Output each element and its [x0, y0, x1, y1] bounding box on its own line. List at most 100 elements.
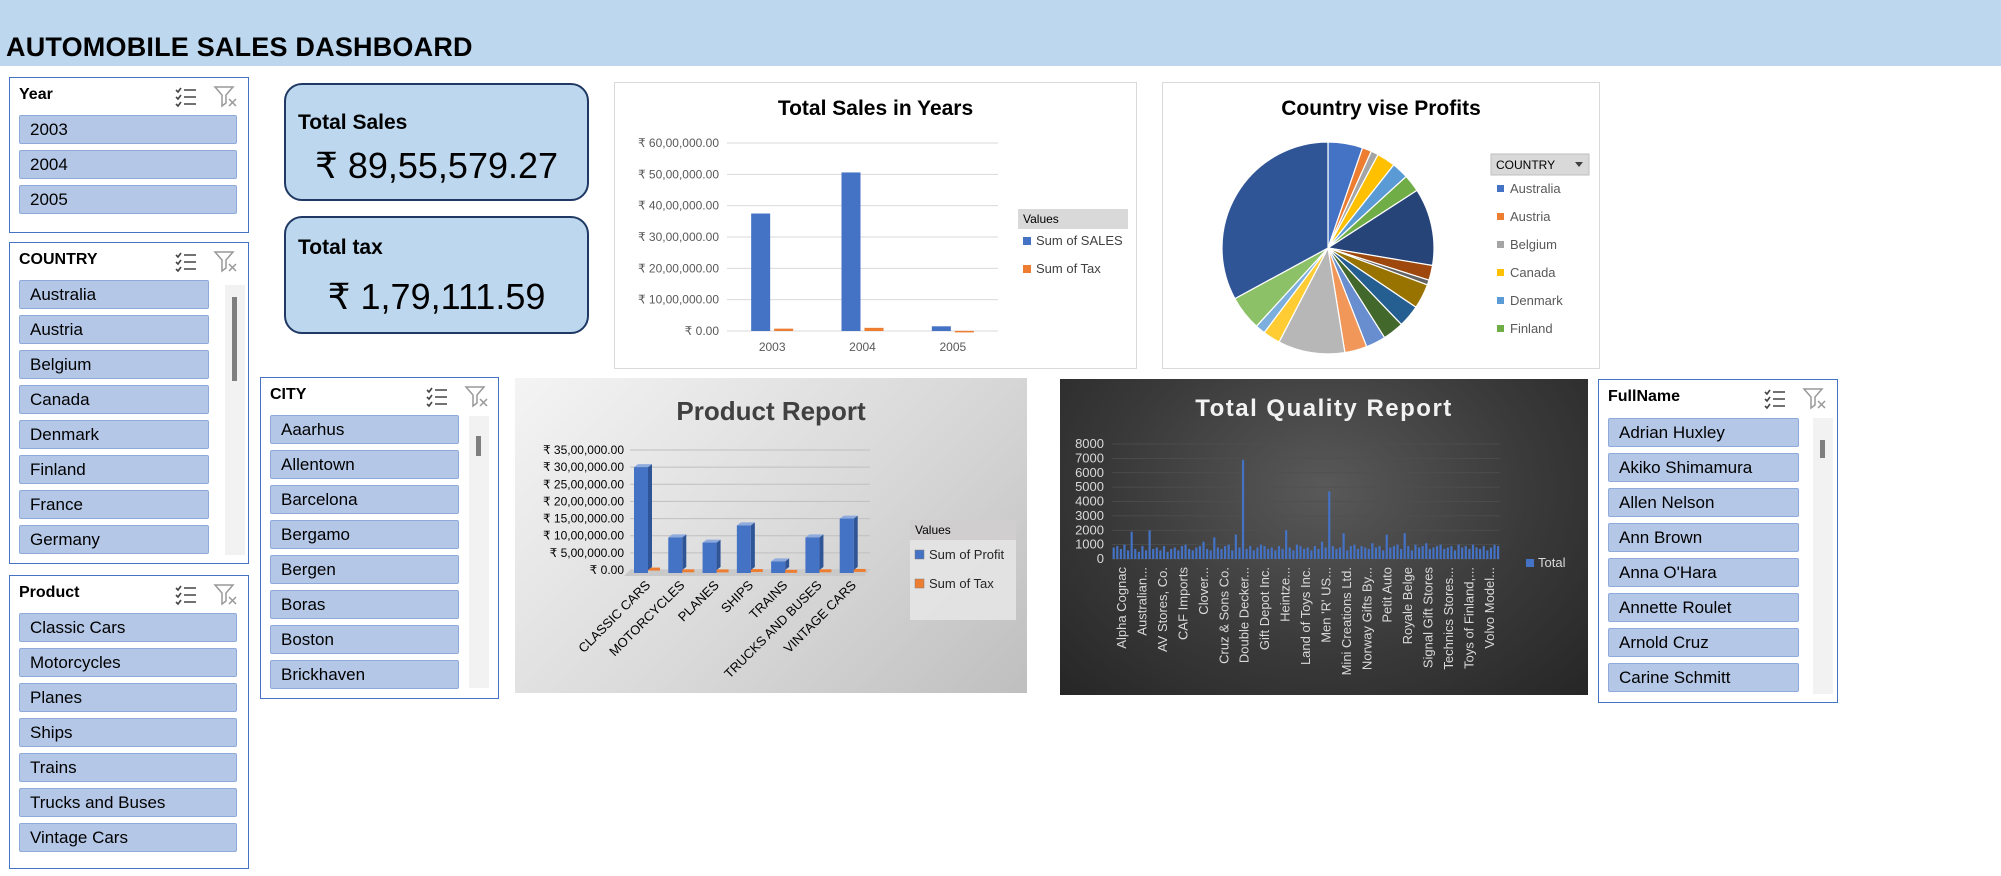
- bar-total: [1435, 546, 1439, 559]
- bar-total: [1180, 546, 1184, 559]
- legend-swatch: [1497, 297, 1504, 304]
- slicer-country-item[interactable]: Austria: [19, 315, 209, 344]
- y-tick-label: 4000: [1075, 494, 1104, 509]
- y-tick-label: ₹ 20,00,000.00: [543, 494, 624, 508]
- clear-filter-icon[interactable]: [213, 84, 239, 108]
- slicer-product-item[interactable]: Classic Cars: [19, 613, 237, 642]
- bar-total: [1324, 547, 1327, 559]
- slicer-product-item[interactable]: Trucks and Buses: [19, 788, 237, 817]
- slicer-fullname-item[interactable]: Allen Nelson: [1608, 488, 1799, 517]
- bar-total: [1475, 547, 1478, 559]
- legend-swatch: [914, 549, 925, 560]
- slicer-fullname[interactable]: FullName Adrian Huxley Akiko Shimamura All…: [1598, 379, 1838, 703]
- scroll-thumb[interactable]: [1820, 440, 1825, 458]
- y-tick-label: 7000: [1075, 450, 1104, 465]
- y-tick-label: ₹ 10,00,000.00: [543, 529, 624, 543]
- multi-select-icon[interactable]: [173, 582, 199, 606]
- bar-total: [1162, 546, 1166, 559]
- slicer-fullname-item[interactable]: Adrian Huxley: [1608, 418, 1799, 447]
- multi-select-icon[interactable]: [173, 249, 199, 273]
- slicer-year-item[interactable]: 2003: [19, 115, 237, 144]
- slicer-city-item[interactable]: Allentown: [270, 450, 459, 479]
- slicer-product-item[interactable]: Ships: [19, 718, 237, 747]
- slicer-city-item[interactable]: Boston: [270, 625, 459, 654]
- bar-total: [1202, 541, 1205, 559]
- chart-product-report[interactable]: Product Report ₹ 35,00,000.00 ₹ 30,00,000…: [515, 378, 1027, 693]
- bar-total: [1342, 533, 1345, 559]
- slicer-city-header: CITY: [270, 386, 307, 403]
- slicer-country[interactable]: COUNTRY Australia Austria Belgium Canada Den…: [9, 242, 249, 564]
- slicer-product-item[interactable]: Planes: [19, 683, 237, 712]
- clear-filter-icon[interactable]: [213, 249, 239, 273]
- slicer-fullname-item[interactable]: Anna O'Hara: [1608, 558, 1799, 587]
- slicer-product-item[interactable]: Motorcycles: [19, 648, 237, 677]
- legend-label: Canada: [1510, 265, 1556, 280]
- multi-select-icon[interactable]: [1762, 386, 1788, 410]
- slicer-year-item[interactable]: 2004: [19, 150, 237, 179]
- slicer-country-item[interactable]: Germany: [19, 525, 209, 554]
- slicer-fullname-item[interactable]: Ann Brown: [1608, 523, 1799, 552]
- clear-filter-icon[interactable]: [464, 384, 490, 408]
- bar-total: [1328, 491, 1331, 559]
- slicer-city-item[interactable]: Aaarhus: [270, 415, 459, 444]
- y-tick-label: ₹ 5,00,000.00: [550, 546, 625, 560]
- chart-product-report-plot: ₹ 35,00,000.00 ₹ 30,00,000.00 ₹ 25,00,000.…: [543, 443, 1016, 681]
- bar-total: [1231, 550, 1234, 559]
- legend-label: Total: [1538, 555, 1566, 570]
- slicer-city-item[interactable]: Bergamo: [270, 520, 459, 549]
- kpi-total-tax-label: Total tax: [298, 236, 383, 259]
- slicer-country-item[interactable]: France: [19, 490, 209, 519]
- kpi-total-tax-value: ₹ 1,79,111.59: [327, 276, 546, 317]
- bar-total: [1439, 544, 1442, 559]
- slicer-country-item[interactable]: Belgium: [19, 350, 209, 379]
- chart-sales-years[interactable]: Total Sales in Years ₹ 60,00,000.00 ₹ 50,…: [614, 82, 1137, 369]
- bar-total: [1432, 547, 1435, 559]
- multi-select-icon[interactable]: [173, 84, 199, 108]
- bar-total: [1263, 546, 1266, 559]
- slicer-product-item[interactable]: Vintage Cars: [19, 823, 237, 852]
- slicer-country-item[interactable]: Canada: [19, 385, 209, 414]
- x-tick-label: 2003: [759, 340, 786, 354]
- slicer-year-item[interactable]: 2005: [19, 185, 237, 214]
- slicer-year[interactable]: Year 2003 2004 2005: [9, 77, 249, 233]
- multi-select-icon[interactable]: [424, 384, 450, 408]
- slicer-country-item[interactable]: Denmark: [19, 420, 209, 449]
- scroll-thumb[interactable]: [476, 436, 481, 456]
- slicer-city-item[interactable]: Boras: [270, 590, 459, 619]
- slicer-city-scrollbar[interactable]: [469, 416, 489, 688]
- slicer-country-scrollbar[interactable]: [225, 285, 245, 555]
- slicer-fullname-item[interactable]: Carine Schmitt: [1608, 663, 1799, 692]
- bar-total: [1385, 534, 1388, 559]
- legend-label: Sum of Profit: [929, 547, 1005, 562]
- y-tick-label: ₹ 40,00,000.00: [638, 199, 719, 213]
- clear-filter-icon[interactable]: [1802, 386, 1828, 410]
- x-tick-label: Heintze...: [1278, 567, 1293, 622]
- slicer-fullname-header: FullName: [1608, 388, 1681, 405]
- slicer-fullname-item[interactable]: Akiko Shimamura: [1608, 453, 1799, 482]
- slicer-product[interactable]: Product Classic Cars Motorcycles Planes Shi…: [9, 575, 249, 869]
- x-tick-label: Gift Depot Inc.: [1257, 567, 1272, 650]
- chart-country-profits[interactable]: Country vise Profits COUNTRY Australia Aus…: [1162, 82, 1600, 369]
- slicer-product-item[interactable]: Trains: [19, 753, 237, 782]
- slicer-city-item[interactable]: Bergen: [270, 555, 459, 584]
- bar-sum-of-profit: [634, 467, 648, 573]
- bar-total: [1148, 530, 1151, 559]
- slicer-fullname-item[interactable]: Arnold Cruz: [1608, 628, 1799, 657]
- bar-total: [1177, 550, 1180, 559]
- bar-total: [1245, 548, 1248, 559]
- bar-sum-of-tax: [864, 327, 884, 331]
- bar-total: [1364, 547, 1367, 559]
- clear-filter-icon[interactable]: [213, 582, 239, 606]
- slicer-city-item[interactable]: Brickhaven: [270, 660, 459, 689]
- scroll-thumb[interactable]: [232, 297, 237, 381]
- slicer-fullname-item[interactable]: Annette Roulet: [1608, 593, 1799, 622]
- slicer-city-item[interactable]: Barcelona: [270, 485, 459, 514]
- slicer-country-item[interactable]: Finland: [19, 455, 209, 484]
- chart-quality-report[interactable]: Total Quality Report 8000 7000 6000 5000 400…: [1060, 379, 1588, 695]
- y-tick-label: ₹ 25,00,000.00: [543, 477, 624, 491]
- slicer-city[interactable]: CITY Aaarhus Allentown Barcelona Bergamo Ber…: [260, 377, 499, 699]
- slicer-country-item[interactable]: Australia: [19, 280, 209, 309]
- bar-total: [1252, 550, 1255, 559]
- slicer-fullname-scrollbar[interactable]: [1813, 418, 1833, 694]
- bar-total: [1220, 548, 1223, 559]
